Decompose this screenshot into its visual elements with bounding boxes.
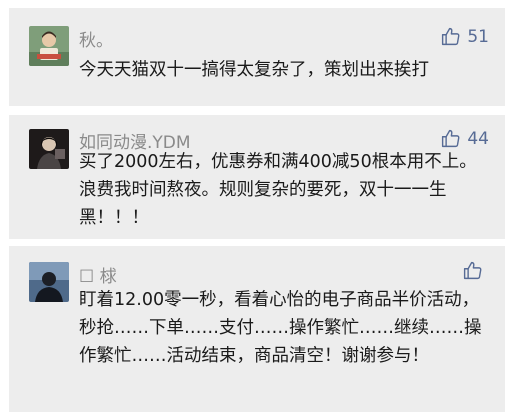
comment-text: 今天天猫双十一搞得太复杂了，策划出来挨打 [79,60,429,80]
like-button[interactable]: 51 [440,26,489,47]
comment-text: 盯着12.00零一秒，看着心怡的电子商品半价活动，秒抢……下单……支付……操作繁… [79,290,482,366]
avatar[interactable] [29,129,69,169]
comment-author[interactable]: 秋。 [79,26,113,51]
avatar[interactable] [29,26,69,66]
thumbs-up-icon [442,129,460,148]
like-button[interactable] [462,260,489,281]
like-count: 51 [467,26,489,47]
thumbs-up-icon [463,261,482,280]
comment-card: 秋。 51 今天天猫双十一搞得太复杂了，策划出来挨打 [9,8,505,106]
like-count: 44 [467,128,489,149]
avatar[interactable] [29,262,69,302]
comment-author[interactable]: ☐ 梂 [79,262,117,287]
comment-card: 如同动漫.YDM 44 买了2000左右，优惠券和满400减50根本用不上。浪费… [9,115,505,239]
like-button[interactable]: 44 [440,128,489,149]
thumbs-up-icon [442,27,460,46]
comment-card: ☐ 梂 盯着12.00零一秒，看着心怡的电子商品半价活动，秒抢……下单……支付…… [9,246,505,412]
comment-text: 买了2000左右，优惠券和满400减50根本用不上。浪费我时间熬夜。规则复杂的要… [79,152,477,228]
